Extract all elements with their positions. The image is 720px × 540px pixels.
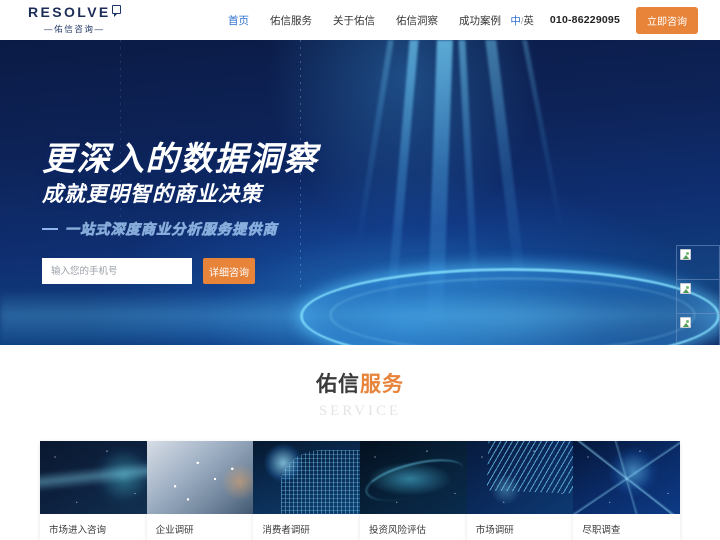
service-card-image	[253, 441, 361, 514]
service-card-image	[146, 441, 254, 514]
service-card[interactable]: 市场进入咨询	[40, 441, 147, 540]
floating-side-panel	[676, 245, 720, 345]
service-card-label: 尽职调查	[582, 525, 621, 536]
hero-lead-form: 详细咨询	[42, 258, 318, 284]
nav-item-home[interactable]: 首页	[228, 13, 249, 28]
broken-image-icon	[680, 249, 691, 260]
service-card-label: 市场进入咨询	[49, 525, 107, 536]
decorative-dots	[40, 441, 147, 514]
broken-image-icon	[680, 317, 691, 328]
decorative-dots	[573, 441, 681, 514]
dash-icon	[42, 228, 58, 230]
phone-number-input[interactable]	[42, 258, 192, 284]
decorative-dots	[466, 441, 574, 514]
contact-phone: 010-86229095	[549, 14, 620, 26]
service-card[interactable]: 市场调研	[466, 441, 574, 540]
service-card-label: 市场调研	[475, 525, 514, 536]
service-card-image	[573, 441, 681, 514]
nav-item-cases[interactable]: 成功案例	[459, 13, 501, 28]
service-card-label: 消费者调研	[262, 525, 310, 536]
service-card-image	[40, 441, 147, 514]
service-card-image	[466, 441, 574, 514]
service-card[interactable]: 消费者调研	[253, 441, 361, 540]
nav-item-about[interactable]: 关于佑信	[333, 13, 375, 28]
service-card-label: 投资风险评估	[369, 525, 427, 536]
site-logo[interactable]: RESOLVE —佑信咨询—	[28, 5, 121, 35]
consult-now-button[interactable]: 立即咨询	[636, 6, 698, 34]
hero-banner: 更深入的数据洞察 成就更明智的商业决策 一站式深度商业分析服务提供商 详细咨询	[0, 40, 720, 345]
service-card-image	[360, 441, 467, 514]
service-card-label: 企业调研	[155, 525, 194, 536]
service-title: 佑信服务	[0, 373, 720, 397]
hero-content: 更深入的数据洞察 成就更明智的商业决策 一站式深度商业分析服务提供商 详细咨询	[42, 140, 318, 284]
service-title-accent: 服务	[360, 373, 404, 396]
nav-item-insights[interactable]: 佑信洞察	[396, 13, 438, 28]
hero-tagline: 一站式深度商业分析服务提供商	[65, 221, 278, 238]
logo-mark: RESOLVE	[28, 5, 121, 20]
service-card[interactable]: 投资风险评估	[360, 441, 467, 540]
decorative-dots	[360, 441, 467, 514]
side-panel-item[interactable]	[677, 246, 719, 280]
language-switcher[interactable]: 中/英	[510, 13, 534, 28]
service-subtitle: SERVICE	[318, 403, 402, 419]
main-navigation: 首页 佑信服务 关于佑信 佑信洞察 成功案例	[228, 0, 501, 40]
service-card[interactable]: 尽职调查	[573, 441, 681, 540]
service-title-dark: 佑信	[316, 373, 360, 396]
hero-headline: 更深入的数据洞察	[42, 140, 318, 177]
hero-subheadline: 成就更明智的商业决策	[42, 183, 262, 206]
side-panel-item[interactable]	[677, 314, 719, 345]
hero-tagline-row: 一站式深度商业分析服务提供商	[42, 219, 318, 239]
logo-subtitle: —佑信咨询—	[44, 24, 105, 34]
site-header: RESOLVE —佑信咨询— 首页 佑信服务 关于佑信 佑信洞察 成功案例 中/…	[0, 0, 720, 40]
hero-sheen	[0, 290, 720, 345]
matrix-rain-center	[300, 40, 660, 290]
logo-brand-text: RESOLVE	[28, 4, 111, 20]
detail-consult-button[interactable]: 详细咨询	[203, 258, 255, 284]
service-section: 佑信服务 SERVICE 市场进入咨询 企业调研 消费者调研 投资风险评估 市场…	[0, 345, 720, 540]
service-card-list: 市场进入咨询 企业调研 消费者调研 投资风险评估 市场调研 尽职调查	[0, 441, 720, 540]
side-panel-item[interactable]	[677, 280, 719, 314]
service-card[interactable]: 企业调研	[146, 441, 254, 540]
header-utilities: 中/英 010-86229095 立即咨询	[510, 0, 698, 40]
speech-bubble-icon	[111, 5, 121, 17]
language-en[interactable]: 英	[523, 15, 534, 27]
language-cn[interactable]: 中	[510, 15, 521, 27]
broken-image-icon	[680, 283, 691, 294]
nav-item-services[interactable]: 佑信服务	[270, 13, 312, 28]
